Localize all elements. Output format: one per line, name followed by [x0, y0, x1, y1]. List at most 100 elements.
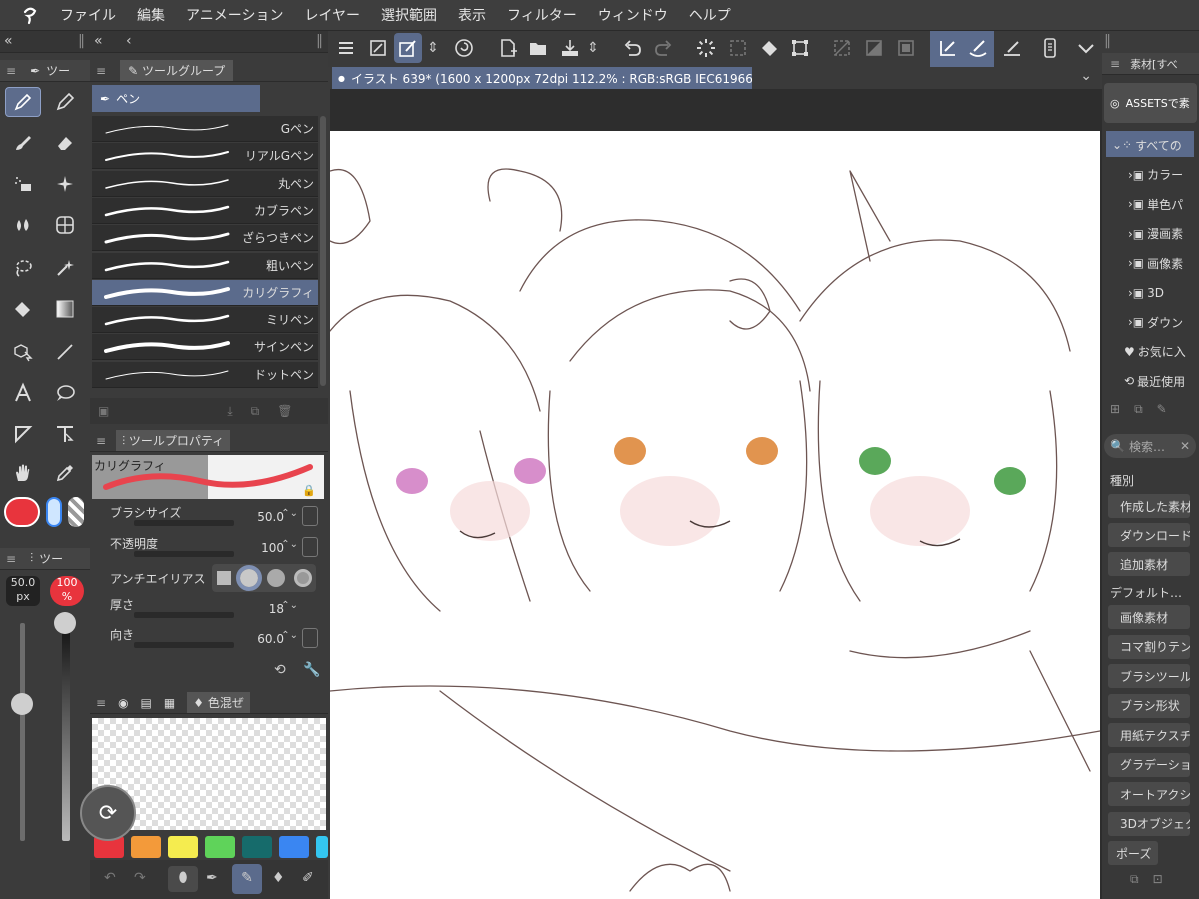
eyedropper-tool-button[interactable] [47, 458, 83, 488]
mix-brush-icon[interactable]: ⬮ [168, 866, 198, 892]
palette-swatch[interactable] [279, 836, 309, 858]
text-tool-button[interactable] [5, 378, 41, 408]
brush-item[interactable]: ざらつきペン [92, 225, 318, 252]
opacity-slider-track[interactable] [62, 623, 70, 841]
antialias-weak-icon[interactable] [235, 565, 262, 591]
app-logo-icon[interactable] [0, 4, 60, 26]
mix-blend-icon[interactable]: ✎ [232, 864, 262, 894]
pen-tool-button[interactable] [5, 87, 41, 117]
palette-swatch[interactable] [316, 836, 328, 858]
new-file-button[interactable] [494, 33, 522, 63]
tool-panel-tab[interactable]: ≡ ✒ ツー [0, 60, 90, 82]
material-tree-item[interactable]: ⟲ 最近使用 [1124, 367, 1194, 395]
transform-button[interactable] [786, 33, 814, 63]
material-tree-item[interactable]: ›▣ カラー [1128, 161, 1198, 189]
snap-special-ruler-button[interactable] [964, 33, 992, 63]
tool-property-panel-tab[interactable]: ≡ ⫶ ツールプロパティ [90, 430, 328, 452]
panel-menu-icon[interactable]: ≡ [6, 64, 16, 78]
brush-size-panel-tab[interactable]: ≡ ⫶ ツー [0, 548, 90, 570]
figure-tool-button[interactable] [47, 210, 83, 240]
paste-material-icon[interactable]: ⧉ [1130, 872, 1139, 898]
fill-tool-button[interactable] [5, 294, 41, 324]
stepper-icon[interactable]: ⌃⌄ [281, 539, 298, 550]
fill-selection-button[interactable] [756, 33, 784, 63]
lock-icon[interactable]: 🔒 [302, 484, 316, 497]
color-mix-tab[interactable]: ♦ 色混ぜ [187, 692, 250, 713]
lasso-tool-button[interactable] [5, 253, 41, 283]
brush-item[interactable]: リアルGペン [92, 143, 318, 170]
material-panel-tab[interactable]: ≡ 素材[すべ [1102, 53, 1199, 75]
assets-button[interactable]: ◎ ASSETSで素 [1104, 83, 1197, 123]
brush-tool-button[interactable] [5, 128, 41, 158]
palette-swatch[interactable] [242, 836, 272, 858]
assets-shortcut-button[interactable] [450, 33, 478, 63]
thickness-property[interactable]: 厚さ 18 ⌃⌄ [92, 594, 324, 624]
material-tree-item[interactable]: ›▣ 単色パ [1128, 190, 1198, 218]
material-default-button[interactable]: ブラシ形状 [1108, 693, 1190, 718]
material-tree-item[interactable]: ›▣ 漫画素 [1128, 220, 1198, 248]
tab-list-chevron-icon[interactable]: ⌄ [1080, 68, 1092, 84]
sub-tool-scrollbar[interactable] [320, 116, 326, 386]
open-folder-button[interactable] [524, 33, 552, 63]
line-tool-button[interactable] [47, 337, 83, 367]
material-default-button[interactable]: グラデーショ [1108, 752, 1190, 777]
main-color-swatch[interactable] [4, 497, 40, 527]
color-wheel-tab-icon[interactable]: ◉ [118, 696, 128, 710]
stepper-icon[interactable]: ⌃⌄ [281, 508, 298, 519]
edit-folder-icon[interactable]: ✎ [1157, 402, 1167, 424]
tool-group-tab[interactable]: ✎ ツールグループ [120, 60, 234, 81]
gradient-tool-button[interactable] [47, 294, 83, 324]
mix-blur-icon[interactable]: ♦ [272, 870, 285, 886]
material-default-button[interactable]: 用紙テクスチ [1108, 723, 1190, 747]
antialias-property[interactable]: アンチエイリアス [92, 564, 324, 594]
duplicate-icon[interactable]: ⧉ [251, 404, 260, 419]
material-search-field[interactable]: 🔍 検索… ✕ [1104, 434, 1196, 458]
menu-view[interactable]: 表示 [458, 5, 486, 25]
direction-field[interactable]: 60.0 [257, 632, 284, 646]
brush-size-field[interactable]: 50.0 [257, 510, 284, 524]
menu-filter[interactable]: フィルター [507, 5, 577, 25]
stepper-icon[interactable]: ⌃⌄ [281, 600, 298, 611]
clear-icon[interactable]: ✕ [1180, 439, 1190, 453]
opacity-slider-thumb[interactable] [54, 612, 76, 634]
sub-tool-settings-icon[interactable]: ▣ [98, 404, 109, 418]
delete-icon[interactable]: 🗑 [277, 404, 292, 418]
redo-icon[interactable]: ↷ [134, 870, 146, 886]
main-menu-button[interactable] [332, 33, 360, 63]
brush-item[interactable]: ミリペン [92, 307, 318, 334]
chevron-left-icon[interactable]: ‹ [126, 33, 132, 49]
material-tree-item[interactable]: ⌄⁘ すべての [1112, 131, 1182, 159]
material-category-button[interactable]: ダウンロード [1108, 523, 1190, 547]
direction-bar[interactable] [134, 642, 234, 648]
sub-tool-panel-tab[interactable]: ≡ ✎ ツールグループ [90, 60, 328, 82]
material-default-button[interactable]: 3Dオブジェク [1108, 811, 1190, 836]
eraser-tool-button[interactable] [47, 128, 83, 158]
menu-edit[interactable]: 編集 [137, 5, 165, 25]
menu-layer[interactable]: レイヤー [304, 5, 360, 25]
brush-item[interactable]: サインペン [92, 334, 318, 361]
material-default-button[interactable]: コマ割りテン [1108, 634, 1190, 659]
redo-button[interactable] [650, 33, 678, 63]
material-default-button[interactable]: 画像素材 [1108, 605, 1190, 629]
mix-eyedropper-icon[interactable]: ✐ [302, 870, 314, 886]
brush-item[interactable]: Gペン [92, 116, 318, 142]
menu-file[interactable]: ファイル [60, 5, 116, 25]
material-category-button[interactable]: 追加素材 [1108, 552, 1190, 576]
opacity-property[interactable]: 不透明度 100 ⌃⌄ [92, 533, 324, 563]
brush-item[interactable]: カブラペン [92, 197, 318, 224]
antialias-medium-icon[interactable] [266, 569, 285, 587]
pencil-tool-button[interactable] [47, 87, 83, 117]
snap-ruler-button[interactable] [934, 33, 962, 63]
material-category-button[interactable]: 作成した素材 [1108, 494, 1190, 518]
color-panel-tab[interactable]: ≡ ◉ ▤ ▦ ♦ 色混ぜ [90, 692, 328, 714]
new-folder-icon[interactable]: ⊞ [1110, 402, 1120, 424]
mix-pen-icon[interactable]: ✒ [206, 870, 218, 886]
material-tree-item[interactable]: ♥ お気に入 [1124, 338, 1194, 366]
brush-size-slider-track[interactable] [20, 623, 25, 841]
tool-group-pen[interactable]: ✒ ペン [92, 85, 260, 112]
loading-button[interactable] [692, 33, 720, 63]
quick-access-button[interactable] [394, 33, 422, 63]
register-material-icon[interactable]: ⊡ [1153, 872, 1163, 898]
wrench-icon[interactable]: 🔧 [303, 662, 320, 678]
brush-size-property[interactable]: ブラシサイズ 50.0 ⌃⌄ [92, 502, 324, 532]
